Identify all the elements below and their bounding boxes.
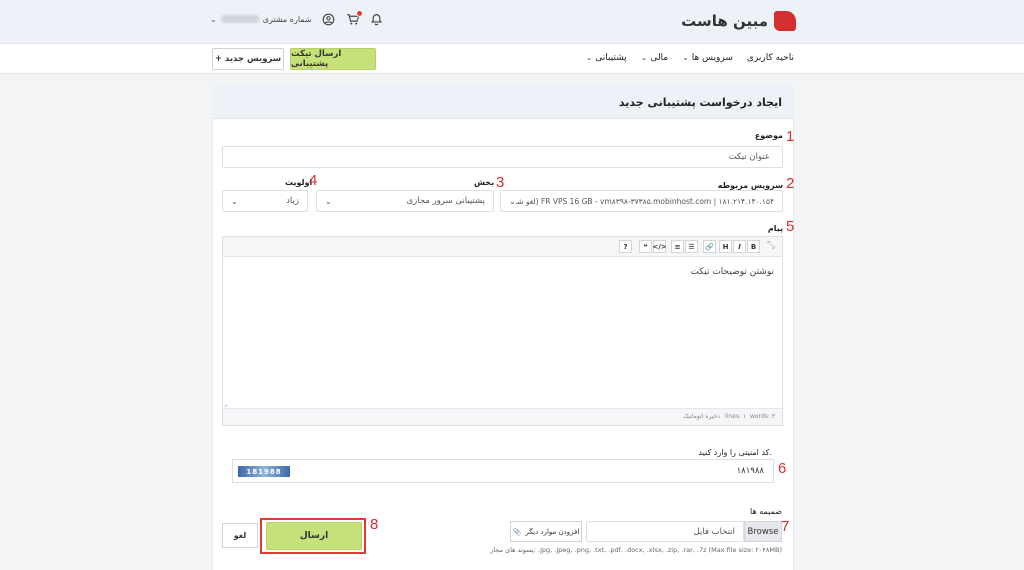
file-placeholder: انتخاب فایل [693,526,735,537]
resize-handle-icon[interactable]: ⌟ [224,400,227,408]
brand-mark-icon [774,11,796,31]
captcha-image: 181988 [238,466,290,477]
message-placeholder: نوشتن توضیحات تیکت [690,267,774,277]
captcha-label: کد امنیتی را وارد کنید. [698,448,772,457]
annotation-1: 1 [786,128,795,145]
quote-icon[interactable]: ❝ [639,240,652,253]
subject-label: موضوع [754,131,783,140]
user-circle-icon[interactable] [322,12,336,26]
allowed-extensions: پسوند های مجاز: .jpg, .jpeg, .png, .txt,… [490,546,782,554]
code-icon[interactable]: </> [652,240,667,253]
nav-dashboard[interactable]: ناحیه کاربری [747,53,794,63]
department-label: بخش [474,178,495,187]
submit-button[interactable]: ارسال [266,522,362,550]
brand-name: مبین هاست [681,12,768,30]
annotation-8: 8 [370,516,379,533]
message-editor[interactable] [222,236,783,426]
numbered-list-icon[interactable]: ≡ [671,240,684,253]
cart-badge [355,10,363,17]
annotation-7: 7 [781,518,790,535]
page-title: ایجاد درخواست پشتیبانی جدید [618,96,782,109]
brand-logo[interactable]: مبین هاست [681,11,796,31]
service-select-value: FR VPS 16 GB - vm۸۳۹۸-۳۷۳۸۵.mobinhost.co… [516,196,774,206]
bell-icon[interactable] [370,12,384,26]
chevron-down-icon: ⌄ [210,14,217,24]
service-select[interactable]: ⌄ FR VPS 16 GB - vm۸۳۹۸-۳۷۳۸۵.mobinhost.… [500,190,783,212]
italic-icon[interactable]: I [733,240,746,253]
add-more-button[interactable]: 📎 افزودن موارد دیگر [510,521,582,542]
bullet-list-icon[interactable]: ☰ [685,240,698,253]
top-header [0,0,1024,44]
attachments-label: ضمیمه ها [750,507,782,516]
word-count: words: ۳ [750,413,776,420]
chevron-down-icon: ⌄ [682,53,689,62]
paperclip-icon: 📎 [512,527,522,536]
nav-bar [0,44,1024,74]
new-service-button[interactable]: + سرویس جدید [212,48,284,70]
subject-placeholder: عنوان تیکت [728,152,770,162]
annotation-5: 5 [786,218,795,235]
message-label: پیام [767,224,783,233]
fullscreen-icon[interactable]: ⤡ [767,240,775,251]
department-select-value: پشتیبانی سرور مجازی [406,196,486,206]
customer-menu[interactable]: ⌄ شماره مشتری [210,15,312,24]
annotation-2: 2 [786,175,795,192]
submit-ticket-button[interactable]: ارسال تیکت پشتیبانی [290,48,376,70]
nav-support[interactable]: پشتیبانی ⌄ [586,53,627,63]
cart-icon[interactable] [346,10,363,26]
annotation-4: 4 [309,172,318,189]
nav-billing-label: مالی [650,53,669,63]
editor-toolbar [223,237,782,257]
customer-number-blurred [220,15,259,23]
autosave-status: ذخیره اتوماتیک [683,413,720,420]
chevron-down-icon: ⌄ [509,196,516,206]
service-label: سرویس مربوطه [717,181,783,190]
department-select[interactable]: ⌄ پشتیبانی سرور مجازی [316,190,494,212]
customer-number-label: شماره مشتری [262,14,312,24]
heading-icon[interactable]: H [719,240,732,253]
nav-billing[interactable]: مالی ⌄ [641,53,668,63]
bold-icon[interactable]: B [747,240,760,253]
chevron-down-icon: ⌄ [325,196,332,206]
browse-button[interactable]: Browse [744,521,782,542]
main-nav: ناحیه کاربری سرویس ها ⌄ مالی ⌄ پشتیبانی … [586,53,794,63]
annotation-6: 6 [778,460,787,477]
link-icon[interactable]: 🔗 [703,240,716,253]
header-actions: ⌄ شماره مشتری [210,10,384,26]
cancel-button[interactable]: لغو [222,523,258,548]
line-count: lines: ۱ [725,413,747,420]
chevron-down-icon: ⌄ [640,53,648,62]
subject-input[interactable]: عنوان تیکت [222,146,783,168]
priority-select-value: زیاد [286,196,299,206]
help-icon[interactable]: ? [619,240,632,253]
file-input[interactable]: انتخاب فایل [586,521,744,542]
nav-services[interactable]: سرویس ها ⌄ [682,53,733,63]
priority-select[interactable]: ⌄ زیاد [222,190,308,212]
nav-services-label: سرویس ها [691,53,733,63]
annotation-3: 3 [496,174,505,191]
chevron-down-icon: ⌄ [231,196,238,206]
chevron-down-icon: ⌄ [585,53,593,62]
add-more-label: افزودن موارد دیگر [525,527,580,536]
captcha-input[interactable] [232,459,774,483]
nav-support-label: پشتیبانی [595,53,627,63]
captcha-value: ۱۸۱۹۸۸ [736,466,764,476]
